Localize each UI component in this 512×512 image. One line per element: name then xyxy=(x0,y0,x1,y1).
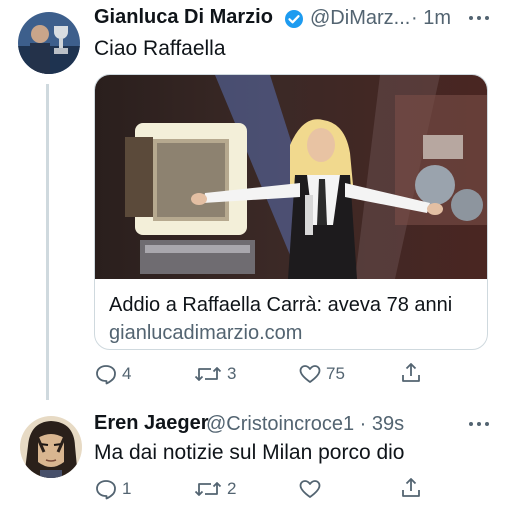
share-button[interactable] xyxy=(399,476,423,500)
retweet-icon xyxy=(194,367,222,381)
tweet-text: Ciao Raffaella xyxy=(94,37,226,60)
link-preview-card[interactable]: Addio a Raffaella Carrà: aveva 78 anni g… xyxy=(94,74,488,350)
reply-count: 1 xyxy=(122,479,132,498)
card-title[interactable]: Addio a Raffaella Carrà: aveva 78 anni xyxy=(109,294,452,317)
author-handle[interactable]: @Cristoincroce1 · 39s xyxy=(206,413,404,436)
card-domain[interactable]: gianlucadimarzio.com xyxy=(109,322,302,345)
avatar[interactable] xyxy=(20,416,82,478)
reply-icon xyxy=(96,480,116,500)
like-count: 75 xyxy=(326,364,345,383)
retweet-icon xyxy=(194,482,222,496)
share-button[interactable] xyxy=(399,361,423,385)
thread-connector-line xyxy=(46,84,49,400)
more-horizontal-icon[interactable] xyxy=(468,416,490,437)
author-handle[interactable]: @DiMarz... xyxy=(310,7,410,30)
retweet-button[interactable]: 3 xyxy=(193,362,236,386)
verified-badge-icon xyxy=(284,9,304,34)
avatar[interactable] xyxy=(18,12,80,74)
author-name[interactable]: Eren Jaeger xyxy=(94,412,209,435)
tweet-text: Ma dai notizie sul Milan porco dio xyxy=(94,441,405,464)
reply-button[interactable]: 4 xyxy=(94,362,131,386)
share-icon xyxy=(402,478,420,497)
retweet-button[interactable]: 2 xyxy=(193,477,236,501)
author-name[interactable]: Gianluca Di Marzio xyxy=(94,6,273,29)
retweet-count: 3 xyxy=(227,364,237,383)
reply-icon xyxy=(96,365,116,385)
heart-icon xyxy=(299,480,321,498)
retweet-count: 2 xyxy=(227,479,237,498)
heart-icon xyxy=(299,365,321,383)
tweet-timestamp[interactable]: · 1m xyxy=(411,7,451,30)
card-image xyxy=(95,75,487,279)
share-icon xyxy=(402,363,420,382)
reply-count: 4 xyxy=(122,364,132,383)
reply-button[interactable]: 1 xyxy=(94,477,131,501)
more-horizontal-icon[interactable] xyxy=(468,10,490,31)
like-button[interactable]: 75 xyxy=(298,362,345,386)
like-button[interactable] xyxy=(298,477,322,501)
